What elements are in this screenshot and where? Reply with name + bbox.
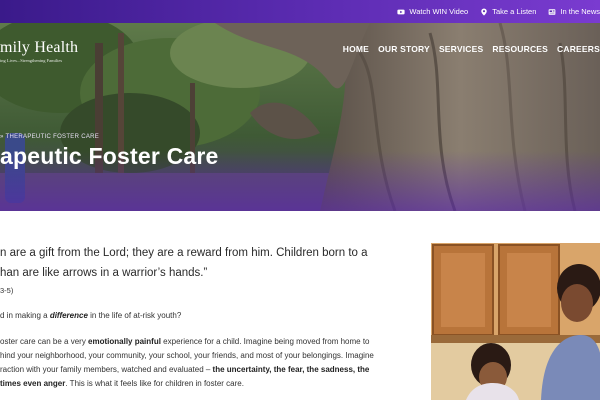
- youtube-icon: [397, 9, 406, 14]
- watch-video-link[interactable]: Watch WIN Video: [397, 7, 468, 16]
- para-l4-bold: times even anger: [0, 379, 66, 388]
- nav-home[interactable]: HOME: [343, 44, 369, 54]
- para-l3-bold: the uncertainty, the fear, the sadness, …: [212, 365, 370, 374]
- site-logo[interactable]: mily Health ing Lives...Strengthening Fa…: [0, 39, 78, 63]
- location-pin-icon: [481, 8, 487, 16]
- family-photo: [431, 243, 600, 400]
- hero-banner: mily Health ing Lives...Strengthening Fa…: [0, 23, 600, 211]
- in-the-news-link[interactable]: In the News: [548, 7, 600, 16]
- main-navigation: HOME OUR STORY SERVICES RESOURCES CAREER…: [343, 44, 600, 54]
- nav-careers[interactable]: CAREERS: [557, 44, 600, 54]
- logo-name: mily Health: [0, 39, 79, 56]
- nav-resources[interactable]: RESOURCES: [492, 44, 548, 54]
- news-icon: [549, 8, 556, 15]
- scripture-quote: n are a gift from the Lord; they are a r…: [0, 243, 420, 283]
- para-line-3: raction with your family members, watche…: [0, 363, 415, 377]
- para-l4-post: . This is what it feels like for childre…: [65, 379, 244, 388]
- logo-tagline: ing Lives...Strengthening Families: [0, 58, 63, 63]
- take-a-listen-label: Take a Listen: [492, 7, 537, 16]
- question-emphasis: difference: [49, 311, 88, 320]
- watch-video-label: Watch WIN Video: [409, 7, 469, 16]
- family-photo-image: [431, 243, 600, 400]
- quote-line-1: n are a gift from the Lord; they are a r…: [0, 247, 368, 259]
- breadcrumb[interactable]: » THERAPEUTIC FOSTER CARE: [0, 134, 99, 140]
- question-post: in the life of at-risk youth?: [87, 311, 182, 320]
- take-a-listen-link[interactable]: Take a Listen: [480, 7, 536, 16]
- in-the-news-label: In the News: [560, 7, 600, 16]
- nav-services[interactable]: SERVICES: [439, 44, 483, 54]
- question-pre: d in making a: [0, 311, 50, 320]
- quote-line-2: han are like arrows in a warrior’s hands…: [0, 267, 208, 279]
- quote-reference: 3-5): [0, 286, 14, 295]
- para-l1-pre: oster care can be a very: [0, 337, 89, 346]
- top-utility-bar: Watch WIN Video Take a Listen In the New…: [0, 0, 600, 23]
- para-l3-pre: raction with your family members, watche…: [0, 365, 213, 374]
- page-title: apeutic Foster Care: [0, 143, 219, 169]
- para-line-1: oster care can be a very emotionally pai…: [0, 335, 415, 349]
- para-l1-post: experience for a child. Imagine being mo…: [160, 337, 370, 346]
- intro-paragraph: oster care can be a very emotionally pai…: [0, 335, 415, 391]
- question-text: d in making a difference in the life of …: [0, 311, 181, 320]
- para-line-4: times even anger. This is what it feels …: [0, 377, 415, 391]
- main-content: n are a gift from the Lord; they are a r…: [0, 211, 430, 400]
- nav-our-story[interactable]: OUR STORY: [378, 44, 430, 54]
- para-line-2: hind your neighborhood, your community, …: [0, 351, 374, 360]
- para-l1-bold: emotionally painful: [88, 337, 161, 346]
